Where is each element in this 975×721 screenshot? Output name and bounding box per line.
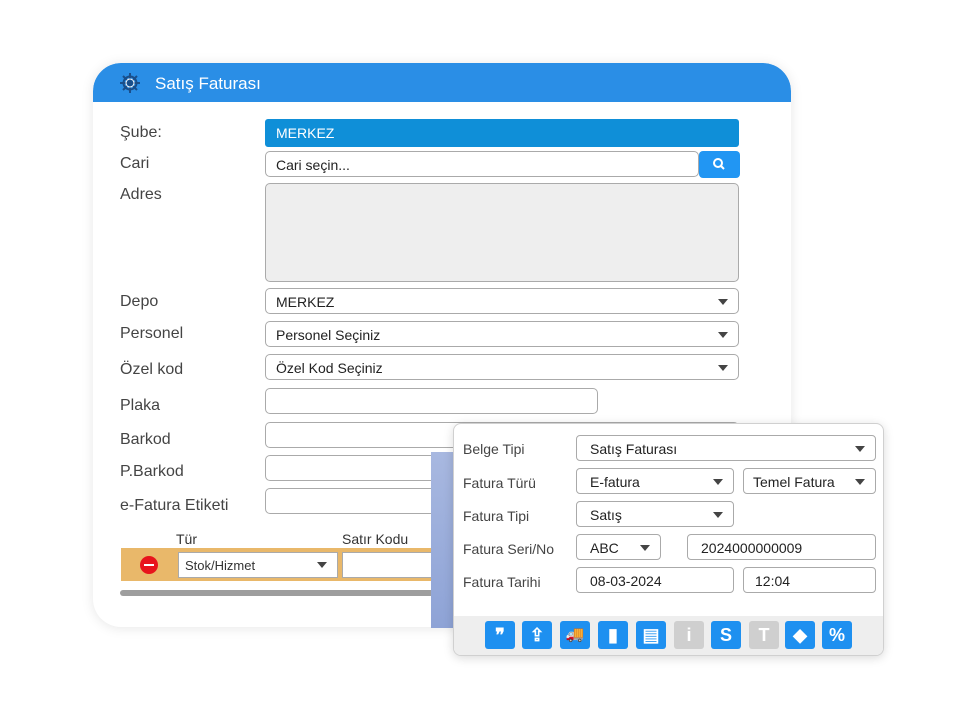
discount-button[interactable]: % bbox=[822, 621, 852, 649]
fatura-tarihi-label: Fatura Tarihi bbox=[463, 574, 541, 590]
chevron-down-icon bbox=[855, 479, 865, 485]
upload-button[interactable]: ⇪ bbox=[522, 621, 552, 649]
quote-button[interactable]: ❞ bbox=[485, 621, 515, 649]
bar-chart-icon: ▮ bbox=[608, 625, 618, 645]
sube-value: MERKEZ bbox=[276, 125, 335, 141]
ship-wheel-icon bbox=[120, 73, 140, 93]
report-button[interactable]: ▮ bbox=[598, 621, 628, 649]
remove-row-icon[interactable] bbox=[140, 556, 158, 574]
cari-label: Cari bbox=[120, 155, 150, 172]
chevron-down-icon bbox=[718, 299, 728, 305]
fatura-senaryo-select[interactable]: Temel Fatura bbox=[743, 468, 876, 494]
fatura-no-input[interactable]: 2024000000009 bbox=[687, 534, 876, 560]
shipping-button[interactable]: 🚚 bbox=[560, 621, 590, 649]
fatura-time-input[interactable]: 12:04 bbox=[743, 567, 876, 593]
barkod-label: Barkod bbox=[120, 431, 171, 448]
fatura-turu-select[interactable]: E-fatura bbox=[576, 468, 734, 494]
row-tur-select[interactable]: Stok/Hizmet bbox=[178, 552, 338, 578]
book-icon: ▤ bbox=[642, 625, 660, 645]
fatura-senaryo-value: Temel Fatura bbox=[753, 474, 835, 490]
fatura-no-value: 2024000000009 bbox=[701, 540, 803, 556]
tag-icon: ◆ bbox=[793, 625, 807, 645]
sube-label: Şube: bbox=[120, 124, 162, 141]
ozel-kod-label: Özel kod bbox=[120, 361, 184, 378]
truck-icon: 🚚 bbox=[565, 626, 585, 643]
chevron-down-icon bbox=[713, 479, 723, 485]
personel-select[interactable]: Personel Seçiniz bbox=[265, 321, 739, 347]
ozel-kod-value: Özel Kod Seçiniz bbox=[276, 360, 383, 376]
row-tur-value: Stok/Hizmet bbox=[185, 558, 256, 573]
fatura-date-value: 08-03-2024 bbox=[590, 573, 662, 589]
chevron-down-icon bbox=[855, 446, 865, 452]
chevron-down-icon bbox=[718, 365, 728, 371]
fatura-seri-value: ABC bbox=[590, 540, 619, 556]
efatura-etiketi-label: e-Fatura Etiketi bbox=[120, 497, 229, 514]
chevron-down-icon bbox=[317, 562, 327, 568]
fatura-tipi-value: Satış bbox=[590, 507, 622, 523]
cari-search-button[interactable] bbox=[699, 151, 740, 178]
window-title: Satış Faturası bbox=[155, 74, 261, 93]
adres-label: Adres bbox=[120, 186, 162, 203]
p-barkod-label: P.Barkod bbox=[120, 463, 184, 480]
fatura-tipi-label: Fatura Tipi bbox=[463, 508, 530, 524]
fatura-turu-label: Fatura Türü bbox=[463, 475, 536, 491]
plaka-label: Plaka bbox=[120, 397, 161, 414]
chevron-down-icon bbox=[718, 332, 728, 338]
personel-value: Personel Seçiniz bbox=[276, 327, 381, 343]
personel-label: Personel bbox=[120, 325, 184, 342]
title-bar: Satış Faturası bbox=[93, 63, 791, 102]
action-toolbar: ❞ ⇪ 🚚 ▮ ▤ i S T ◆ % bbox=[454, 616, 883, 655]
fatura-date-input[interactable]: 08-03-2024 bbox=[576, 567, 734, 593]
fatura-tipi-select[interactable]: Satış bbox=[576, 501, 734, 527]
grid-header-tur: Tür bbox=[176, 531, 197, 547]
info-button[interactable]: i bbox=[674, 621, 704, 649]
fatura-seri-no-label: Fatura Seri/No bbox=[463, 541, 555, 557]
belge-tipi-select[interactable]: Satış Faturası bbox=[576, 435, 876, 461]
s-button[interactable]: S bbox=[711, 621, 741, 649]
quote-icon: ❞ bbox=[495, 625, 505, 645]
search-icon bbox=[713, 158, 725, 170]
sube-select[interactable]: MERKEZ bbox=[265, 119, 739, 147]
notes-button[interactable]: ▤ bbox=[636, 621, 666, 649]
chevron-down-icon bbox=[640, 545, 650, 551]
plaka-input[interactable] bbox=[265, 388, 598, 414]
fatura-turu-value: E-fatura bbox=[590, 474, 640, 490]
cari-input[interactable]: Cari seçin... bbox=[265, 151, 699, 177]
belge-tipi-label: Belge Tipi bbox=[463, 441, 525, 457]
chevron-down-icon bbox=[713, 512, 723, 518]
invoice-settings-panel: Belge Tipi Satış Faturası Fatura Türü E-… bbox=[453, 423, 884, 656]
belge-tipi-value: Satış Faturası bbox=[590, 441, 678, 457]
fatura-seri-select[interactable]: ABC bbox=[576, 534, 661, 560]
depo-label: Depo bbox=[120, 293, 159, 310]
info-icon: i bbox=[686, 625, 692, 645]
t-icon: T bbox=[758, 625, 770, 645]
depo-select[interactable]: MERKEZ bbox=[265, 288, 739, 314]
cari-placeholder: Cari seçin... bbox=[276, 157, 350, 173]
percent-icon: % bbox=[828, 625, 845, 645]
adres-textarea[interactable] bbox=[265, 183, 739, 282]
upload-icon: ⇪ bbox=[529, 625, 545, 645]
ozel-kod-select[interactable]: Özel Kod Seçiniz bbox=[265, 354, 739, 380]
fatura-time-value: 12:04 bbox=[755, 573, 791, 589]
s-icon: S bbox=[719, 625, 732, 645]
tag-button[interactable]: ◆ bbox=[785, 621, 815, 649]
grid-header-satir-kodu: Satır Kodu bbox=[342, 531, 409, 547]
depo-value: MERKEZ bbox=[276, 294, 335, 310]
t-button[interactable]: T bbox=[749, 621, 779, 649]
